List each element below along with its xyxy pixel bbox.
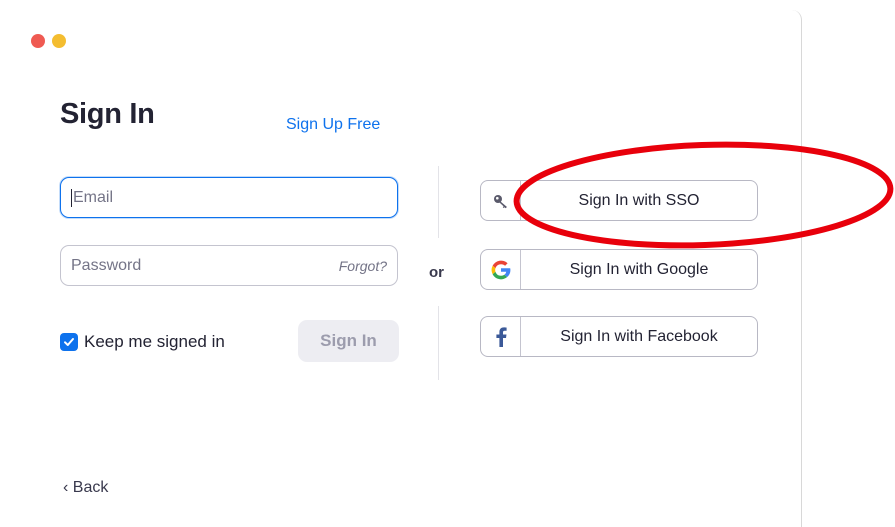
- close-window-button[interactable]: [31, 34, 45, 48]
- checkmark-icon: [64, 338, 74, 346]
- sso-button-label: Sign In with SSO: [578, 191, 700, 209]
- back-label: Back: [72, 479, 109, 496]
- keep-signed-in-option[interactable]: Keep me signed in: [60, 332, 225, 352]
- sign-up-free-link[interactable]: Sign Up Free: [286, 116, 380, 134]
- minimize-window-button[interactable]: [52, 34, 66, 48]
- password-placeholder: Password: [71, 256, 142, 274]
- google-icon: [491, 260, 510, 279]
- forgot-password-link[interactable]: Forgot?: [339, 258, 387, 274]
- email-field[interactable]: Email: [60, 177, 398, 218]
- sign-in-with-google-button[interactable]: Sign In with Google: [480, 249, 758, 290]
- sign-in-with-facebook-button[interactable]: Sign In with Facebook: [480, 316, 758, 357]
- sign-in-button[interactable]: Sign In: [298, 320, 399, 362]
- password-field[interactable]: Password Forgot?: [60, 245, 398, 286]
- or-separator: or: [429, 264, 444, 281]
- email-placeholder: Email: [73, 188, 114, 206]
- window-controls: [31, 34, 66, 48]
- key-icon: [493, 194, 507, 208]
- facebook-icon: [495, 326, 507, 347]
- chevron-left-icon: ‹: [63, 479, 69, 496]
- facebook-button-label: Sign In with Facebook: [560, 327, 718, 345]
- divider-line-top: [438, 166, 439, 238]
- keep-signed-in-checkbox[interactable]: [60, 333, 78, 351]
- google-icon-box: [481, 250, 521, 289]
- text-caret: [71, 188, 72, 207]
- keep-signed-in-label: Keep me signed in: [84, 332, 225, 351]
- page-title: Sign In: [60, 98, 155, 130]
- google-button-label: Sign In with Google: [569, 260, 709, 278]
- sign-in-with-sso-button[interactable]: Sign In with SSO: [480, 180, 758, 221]
- back-link[interactable]: ‹ Back: [63, 479, 108, 497]
- key-icon-box: [481, 181, 521, 220]
- facebook-icon-box: [481, 317, 521, 356]
- divider-line-bottom: [438, 306, 439, 380]
